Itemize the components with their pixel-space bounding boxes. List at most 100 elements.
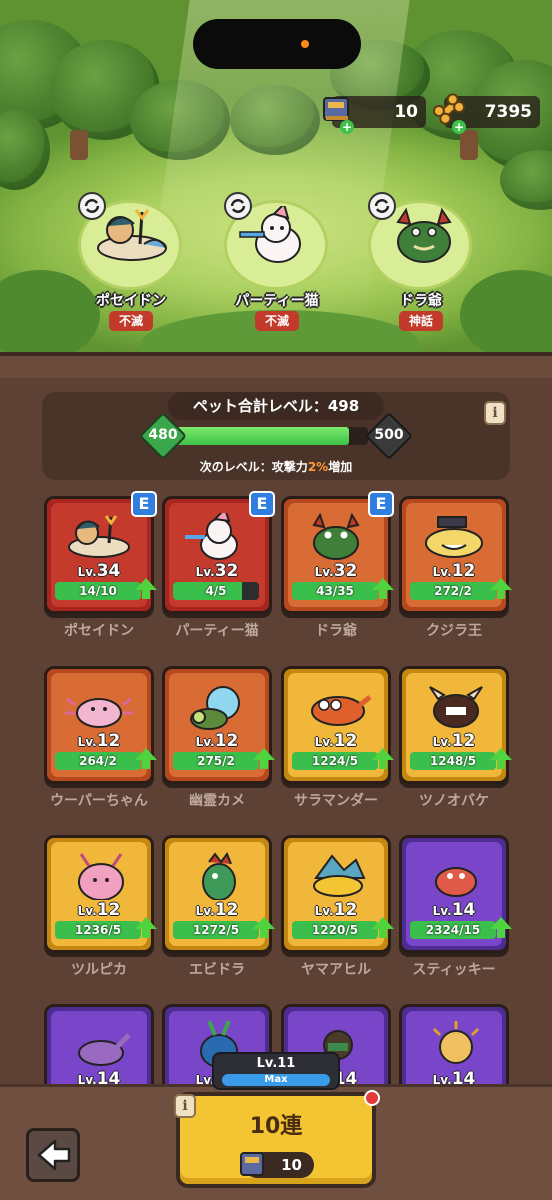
ticket-counter[interactable]: + 10 xyxy=(323,96,426,134)
level-progress-fill xyxy=(176,427,349,445)
pet-sprite xyxy=(432,1021,480,1064)
pet-card[interactable]: Lv.12 1236/5 xyxy=(44,835,157,953)
pet-card[interactable]: Lv.12 1248/5 xyxy=(399,666,512,784)
pet-card-name: ドラ爺 xyxy=(315,623,357,639)
info-button[interactable]: i xyxy=(484,401,506,425)
current-level-value: 480 xyxy=(148,427,178,443)
pet-card-progress: 264/2 xyxy=(55,752,141,770)
level-up-arrow-icon[interactable] xyxy=(372,917,394,938)
pet-card-progress: 2324/15 xyxy=(410,921,496,939)
level-up-arrow-icon[interactable] xyxy=(490,917,512,938)
pet-card-progress: 272/2 xyxy=(410,582,496,600)
pet-card-name: ヤマアヒル xyxy=(301,962,371,978)
pet-card-progress: 275/2 xyxy=(173,752,259,770)
pet-level: Lv.32 xyxy=(195,561,239,581)
level-up-arrow-icon[interactable] xyxy=(372,578,394,599)
pet-card-name: ポセイドン xyxy=(64,623,134,639)
pet-card-count: 1220/5 xyxy=(311,923,359,937)
pet-card-count: 264/2 xyxy=(79,754,117,768)
pet-card-count: 275/2 xyxy=(197,754,235,768)
level-up-arrow-icon[interactable] xyxy=(135,917,157,938)
featured-pet-name: パーティー猫 xyxy=(235,293,319,309)
pet-card-count: 1224/5 xyxy=(311,754,359,768)
pet-card[interactable]: Lv.32 43/35 E xyxy=(281,491,394,614)
pet-card[interactable]: Lv.12 272/2 xyxy=(399,496,512,614)
bone-counter[interactable]: + 7395 xyxy=(432,93,540,134)
pet-card-name: エビドラ xyxy=(189,962,245,978)
pull-10-button[interactable]: 10連 10 xyxy=(176,1092,376,1188)
back-button[interactable] xyxy=(26,1128,80,1182)
level-up-arrow-icon[interactable] xyxy=(253,748,275,769)
pet-card-progress: 1248/5 xyxy=(410,752,496,770)
pet-sprite xyxy=(185,513,238,560)
rarity-tag: 神話 xyxy=(399,311,443,331)
pet-card-count: 43/35 xyxy=(316,584,354,598)
pet-card-progress: 14/10 xyxy=(55,582,141,600)
pet-card[interactable]: Lv.12 1224/5 xyxy=(281,666,394,784)
pet-sprite xyxy=(429,686,483,728)
pet-card-name: ツルピカ xyxy=(71,962,127,978)
rarity-tag: 不滅 xyxy=(109,311,153,331)
pet-card-progress: 43/35 xyxy=(292,582,378,600)
back-arrow-icon xyxy=(37,1139,71,1171)
pet-sprite xyxy=(313,854,366,897)
featured-pet-name: ドラ爺 xyxy=(400,293,442,309)
level-up-arrow-icon[interactable] xyxy=(490,578,512,599)
pet-sprite xyxy=(65,697,133,728)
camera-notch xyxy=(193,19,361,69)
pet-card-progress: 1236/5 xyxy=(55,921,141,939)
pull-cost: 10 xyxy=(240,1152,314,1178)
rarity-tag: 不滅 xyxy=(255,311,299,331)
level-up-arrow-icon[interactable] xyxy=(135,748,157,769)
pet-card-name: スティッキー xyxy=(412,962,496,978)
pet-card[interactable]: Lv.32 4/5 E xyxy=(162,491,275,614)
bone-count: 7395 xyxy=(484,102,532,122)
equipped-badge: E xyxy=(131,491,157,517)
pet-sprite xyxy=(202,852,236,900)
pet-card-progress: 4/5 xyxy=(173,582,259,600)
level-up-arrow-icon[interactable] xyxy=(372,748,394,769)
total-pet-level: ペット合計レベル：498 xyxy=(168,392,384,420)
pull-info-button[interactable]: i xyxy=(174,1094,196,1118)
gacha-level-popup: Lv.11 Max xyxy=(212,1052,340,1090)
level-up-arrow-icon[interactable] xyxy=(135,578,157,599)
pet-card-count: 14/10 xyxy=(79,584,117,598)
pet-card[interactable]: Lv.12 275/2 xyxy=(162,666,275,784)
add-bones-button[interactable]: + xyxy=(452,120,466,134)
gacha-level-status: Max xyxy=(222,1074,330,1086)
pet-sprite xyxy=(190,686,240,730)
dragon-elder-sprite xyxy=(396,207,452,263)
next-level-value: 500 xyxy=(374,427,404,443)
pet-card[interactable]: Lv.12 1272/5 xyxy=(162,835,275,953)
pet-card[interactable]: Lv.12 264/2 xyxy=(44,666,157,784)
pet-card-name: ウーパーちゃん xyxy=(50,793,148,809)
pet-sprite xyxy=(312,513,360,560)
equipped-badge: E xyxy=(368,491,394,517)
pet-card[interactable]: Lv.14 2324/15 xyxy=(399,835,512,953)
gacha-level: Lv.11 xyxy=(256,1056,296,1071)
pet-sprite xyxy=(435,867,477,897)
ticket-book-icon xyxy=(240,1152,264,1176)
pet-card[interactable]: Lv.34 14/10 E xyxy=(44,491,157,614)
pet-card-count: 2324/15 xyxy=(425,923,481,937)
pet-card-progress: 1224/5 xyxy=(292,752,378,770)
level-up-arrow-icon[interactable] xyxy=(253,917,275,938)
pull-label: 10連 xyxy=(249,1114,303,1139)
pet-card-progress: 1220/5 xyxy=(292,921,378,939)
level-up-arrow-icon[interactable] xyxy=(490,748,512,769)
next-level-bonus: 次のレベル：攻撃力2%増加 xyxy=(199,460,353,474)
pet-card-name: サラマンダー xyxy=(294,793,378,809)
level-progress-bar xyxy=(176,427,368,445)
pet-sprite xyxy=(311,695,372,726)
pet-sprite xyxy=(68,515,130,558)
pet-card[interactable]: Lv.12 1220/5 xyxy=(281,835,394,953)
pet-card-name: クジラ王 xyxy=(426,623,482,639)
pet-card-count: 1272/5 xyxy=(192,923,240,937)
pet-card-name: パーティー猫 xyxy=(175,623,259,639)
equipped-badge: E xyxy=(249,491,275,517)
add-tickets-button[interactable]: + xyxy=(340,120,354,134)
pet-card-count: 4/5 xyxy=(205,584,227,598)
pet-sprite xyxy=(78,853,124,900)
notification-dot xyxy=(364,1090,380,1106)
ticket-count: 10 xyxy=(394,102,418,122)
